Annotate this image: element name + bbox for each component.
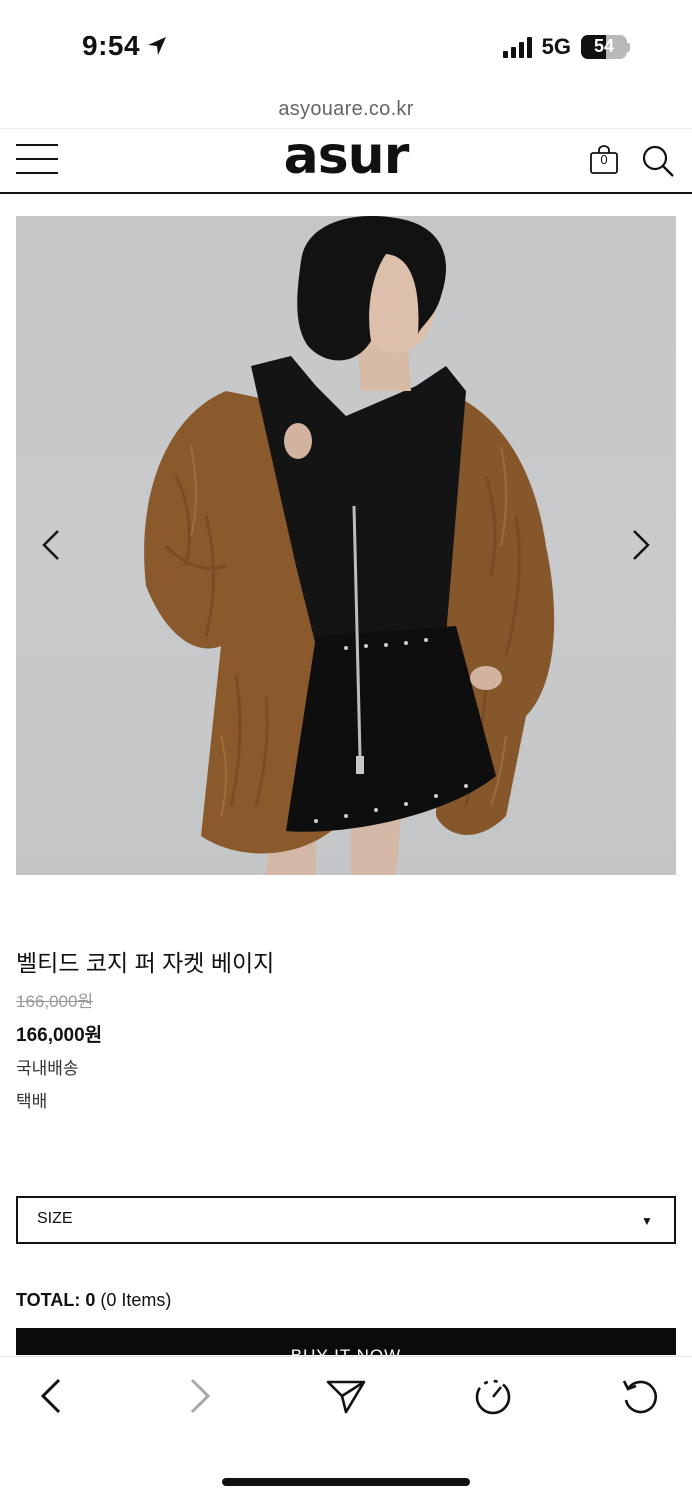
location-arrow-icon <box>148 37 167 55</box>
speed-icon[interactable] <box>471 1374 515 1418</box>
status-indicators: 5G 54 <box>502 34 630 60</box>
reload-icon[interactable] <box>618 1374 662 1418</box>
chevron-left-icon[interactable] <box>31 515 71 575</box>
shipping-region: 국내배송 <box>16 1059 79 1078</box>
total-amount: 0 <box>85 1290 96 1310</box>
total-items: (0 Items) <box>100 1290 172 1310</box>
share-icon[interactable] <box>324 1374 368 1418</box>
forward-icon[interactable] <box>178 1374 222 1418</box>
cellular-signal-icon <box>502 36 532 58</box>
chevron-right-icon[interactable] <box>621 515 661 575</box>
back-icon[interactable] <box>29 1374 73 1418</box>
status-time: 9:54 <box>82 30 168 62</box>
buy-now-label: BUY IT NOW <box>16 1346 676 1355</box>
url-bar[interactable]: asyouare.co.kr <box>0 98 692 121</box>
battery-icon: 54 <box>581 35 630 59</box>
network-type: 5G <box>541 34 571 59</box>
cart-count: 0 <box>600 152 608 167</box>
sale-price: 166,000원 <box>16 1025 103 1046</box>
product-photo-illustration <box>144 216 555 875</box>
clock-label: 9:54 <box>82 30 141 61</box>
product-title: 벨티드 코지 퍼 자켓 베이지 <box>16 950 275 976</box>
original-price: 166,000원 <box>16 992 94 1011</box>
home-indicator[interactable] <box>222 1478 470 1486</box>
size-select[interactable] <box>16 1196 676 1244</box>
search-icon[interactable] <box>640 143 676 179</box>
caret-down-icon: ▼ <box>641 1214 653 1228</box>
total-label: TOTAL: <box>16 1290 81 1310</box>
shipping-method: 택배 <box>16 1092 48 1111</box>
size-select-label: SIZE <box>37 1210 73 1227</box>
order-total: TOTAL: 0 (0 Items) <box>16 1290 171 1311</box>
buy-now-button[interactable]: BUY IT NOW <box>16 1328 676 1355</box>
product-image[interactable] <box>16 216 676 875</box>
battery-level: 54 <box>593 36 615 56</box>
